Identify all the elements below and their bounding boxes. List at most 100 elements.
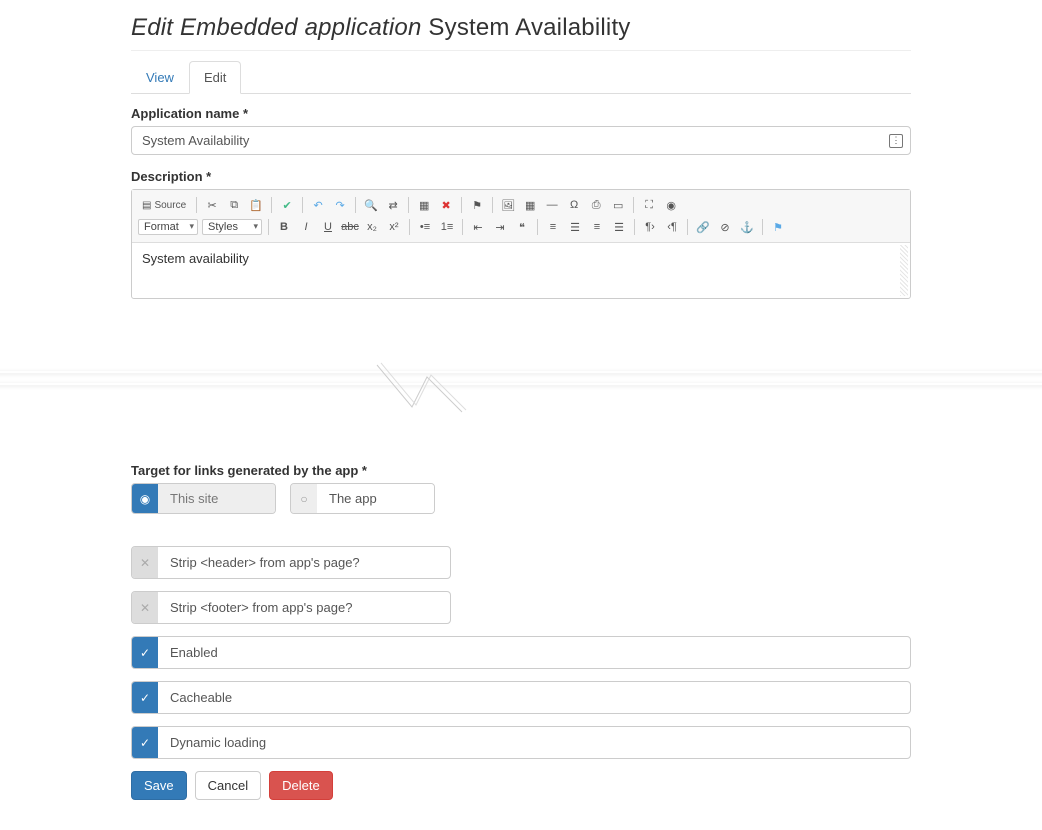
rte-source-button[interactable]: ▤ Source xyxy=(138,198,190,213)
separator xyxy=(492,197,493,213)
rtl-icon[interactable]: ‹¶ xyxy=(663,218,681,236)
delete-button[interactable]: Delete xyxy=(269,771,333,800)
blockquote-icon[interactable]: ❝ xyxy=(513,218,531,236)
select-all-icon[interactable]: ▦ xyxy=(415,196,433,214)
separator xyxy=(462,219,463,235)
indent-icon[interactable]: ⇥ xyxy=(491,218,509,236)
description-label: Description * xyxy=(131,169,911,184)
tab-view[interactable]: View xyxy=(131,61,189,94)
separator xyxy=(537,219,538,235)
iframe-icon[interactable]: ▭ xyxy=(609,196,627,214)
separator xyxy=(302,197,303,213)
rte-body[interactable]: System availability xyxy=(132,243,910,298)
unchecked-icon: ✕ xyxy=(132,592,158,623)
radio-unselected-icon: ○ xyxy=(291,484,317,513)
show-blocks-icon[interactable]: ◉ xyxy=(662,196,680,214)
toggle-enabled[interactable]: ✓ Enabled xyxy=(131,636,911,669)
link-target-the-app[interactable]: ○ The app xyxy=(290,483,435,514)
title-prefix: Edit Embedded application xyxy=(131,14,422,41)
separator xyxy=(762,219,763,235)
separator xyxy=(409,219,410,235)
find-icon[interactable]: 🔍 xyxy=(362,196,380,214)
separator xyxy=(268,219,269,235)
tab-view-label: View xyxy=(131,61,189,94)
paste-icon[interactable]: 📋 xyxy=(247,196,265,214)
separator xyxy=(271,197,272,213)
superscript-icon[interactable]: x² xyxy=(385,218,403,236)
align-justify-icon[interactable]: ☰ xyxy=(610,218,628,236)
numbered-list-icon[interactable]: 1≡ xyxy=(438,218,456,236)
bold-icon[interactable]: B xyxy=(275,218,293,236)
separator xyxy=(196,197,197,213)
bulleted-list-icon[interactable]: •≡ xyxy=(416,218,434,236)
title-name: System Availability xyxy=(428,14,630,41)
resize-handle-icon[interactable] xyxy=(900,245,908,296)
hr-icon[interactable]: ― xyxy=(543,196,561,214)
replace-icon[interactable]: ⇄ xyxy=(384,196,402,214)
page-title: Edit Embedded application System Availab… xyxy=(131,14,911,51)
unlink-icon[interactable]: ⊘ xyxy=(716,218,734,236)
undo-icon[interactable]: ↶ xyxy=(309,196,327,214)
link-target-label: Target for links generated by the app * xyxy=(131,463,911,478)
image-icon[interactable]: 🖼 xyxy=(499,196,517,214)
separator xyxy=(408,197,409,213)
radio-selected-icon: ◉ xyxy=(132,484,158,513)
app-name-label: Application name * xyxy=(131,106,911,121)
separator xyxy=(633,197,634,213)
special-char-icon[interactable]: Ω xyxy=(565,196,583,214)
anchor-icon[interactable]: ⚓ xyxy=(738,218,756,236)
document-icon: ▤ xyxy=(142,200,151,211)
maximize-icon[interactable]: ⛶ xyxy=(640,196,658,214)
toggle-label: Enabled xyxy=(158,637,910,668)
align-right-icon[interactable]: ≡ xyxy=(588,218,606,236)
tab-edit[interactable]: Edit xyxy=(189,61,241,94)
flag-icon[interactable]: ⚑ xyxy=(468,196,486,214)
remove-format-icon[interactable]: ✖ xyxy=(437,196,455,214)
radio-label: The app xyxy=(317,484,434,513)
toggle-label: Strip <header> from app's page? xyxy=(158,547,450,578)
cut-icon[interactable]: ✂ xyxy=(203,196,221,214)
rich-text-editor: ▤ Source ✂ ⧉ 📋 ✔ ↶ ↷ 🔍 ⇄ ▦ xyxy=(131,189,911,299)
checked-icon: ✓ xyxy=(132,682,158,713)
tabs: View Edit xyxy=(131,61,911,94)
strike-icon[interactable]: abc xyxy=(341,218,359,236)
toggle-label: Cacheable xyxy=(158,682,910,713)
cancel-button[interactable]: Cancel xyxy=(195,771,261,800)
align-center-icon[interactable]: ☰ xyxy=(566,218,584,236)
redo-icon[interactable]: ↷ xyxy=(331,196,349,214)
save-button[interactable]: Save xyxy=(131,771,187,800)
link-target-this-site[interactable]: ◉ This site xyxy=(131,483,276,514)
bookmark-icon[interactable]: ⚑ xyxy=(769,218,787,236)
checked-icon: ✓ xyxy=(132,637,158,668)
separator xyxy=(634,219,635,235)
toggle-strip-header[interactable]: ✕ Strip <header> from app's page? xyxy=(131,546,451,579)
radio-label: This site xyxy=(158,484,275,513)
link-icon[interactable]: 🔗 xyxy=(694,218,712,236)
page-break-icon[interactable]: ⎙ xyxy=(587,196,605,214)
toggle-strip-footer[interactable]: ✕ Strip <footer> from app's page? xyxy=(131,591,451,624)
ltr-icon[interactable]: ¶› xyxy=(641,218,659,236)
toggle-cacheable[interactable]: ✓ Cacheable xyxy=(131,681,911,714)
rte-styles-select[interactable]: Styles xyxy=(202,219,262,235)
subscript-icon[interactable]: x₂ xyxy=(363,218,381,236)
align-left-icon[interactable]: ≡ xyxy=(544,218,562,236)
copy-icon[interactable]: ⧉ xyxy=(225,196,243,214)
input-handle-icon: ⋮ xyxy=(889,134,903,148)
toggle-label: Dynamic loading xyxy=(158,727,910,758)
underline-icon[interactable]: U xyxy=(319,218,337,236)
page-tear-separator xyxy=(0,353,1042,423)
app-name-input[interactable] xyxy=(131,126,911,155)
spellcheck-icon[interactable]: ✔ xyxy=(278,196,296,214)
checked-icon: ✓ xyxy=(132,727,158,758)
rte-format-select[interactable]: Format xyxy=(138,219,198,235)
rte-source-label: Source xyxy=(154,200,186,211)
toggle-dynamic-loading[interactable]: ✓ Dynamic loading xyxy=(131,726,911,759)
table-icon[interactable]: ▦ xyxy=(521,196,539,214)
toggle-label: Strip <footer> from app's page? xyxy=(158,592,450,623)
unchecked-icon: ✕ xyxy=(132,547,158,578)
italic-icon[interactable]: I xyxy=(297,218,315,236)
rte-content: System availability xyxy=(142,251,249,266)
outdent-icon[interactable]: ⇤ xyxy=(469,218,487,236)
rte-toolbar: ▤ Source ✂ ⧉ 📋 ✔ ↶ ↷ 🔍 ⇄ ▦ xyxy=(132,190,910,243)
tab-edit-label: Edit xyxy=(189,61,241,94)
